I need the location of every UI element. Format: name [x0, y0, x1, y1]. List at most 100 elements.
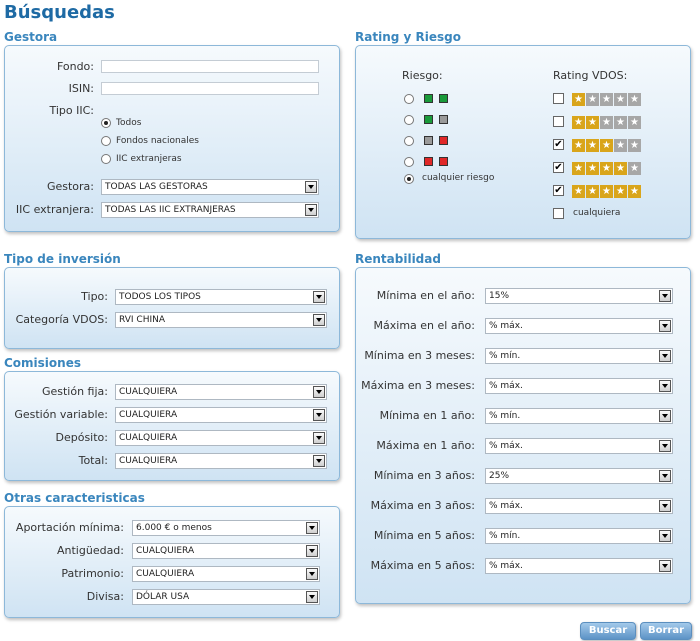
rentabilidad-9-select-value: % máx. — [489, 561, 523, 571]
otras-2-select-value: CUALQUIERA — [136, 569, 195, 579]
rentabilidad-7-label: Máxima en 3 años: — [370, 499, 475, 512]
tipo-select-value: TODOS LOS TIPOS — [119, 292, 201, 302]
categoria-label: Categoría VDOS: — [15, 313, 108, 326]
rentabilidad-1-label: Máxima en el año: — [373, 319, 475, 332]
star-icon: ★ — [628, 162, 641, 175]
star-icon: ★ — [614, 185, 627, 198]
otras-3-select[interactable]: DÓLAR USA — [132, 589, 320, 605]
risk-level-icon — [439, 94, 448, 103]
risk-level-icon — [439, 157, 448, 166]
chevron-down-icon — [659, 290, 671, 302]
rating-checkbox[interactable]: ✔ — [553, 162, 564, 173]
comision-0-select[interactable]: CUALQUIERA — [115, 384, 327, 400]
rentabilidad-2-select-value: % mín. — [489, 351, 521, 361]
chevron-down-icon — [306, 591, 318, 603]
star-icon: ★ — [572, 139, 585, 152]
rentabilidad-3-select-value: % máx. — [489, 381, 523, 391]
otras-1-select[interactable]: CUALQUIERA — [132, 543, 320, 559]
rating-checkbox[interactable] — [553, 116, 564, 127]
star-icon: ★ — [600, 185, 613, 198]
page-title: Búsquedas — [4, 2, 115, 23]
rentabilidad-5-label: Máxima en 1 año: — [376, 439, 475, 452]
rentabilidad-8-select[interactable]: % mín. — [485, 528, 673, 544]
comision-3-select[interactable]: CUALQUIERA — [115, 453, 327, 469]
rentabilidad-1-select[interactable]: % máx. — [485, 318, 673, 334]
chevron-down-icon — [659, 560, 671, 572]
tipo-iic-extranjeras-radio[interactable] — [101, 154, 111, 164]
borrar-button[interactable]: Borrar — [640, 622, 692, 640]
rentabilidad-5-select[interactable]: % máx. — [485, 438, 673, 454]
otras-0-label: Aportación mínima: — [15, 521, 124, 534]
risk-level-icon — [424, 94, 433, 103]
tipo-iic-extranjeras-label: IIC extranjeras — [116, 154, 182, 164]
tipo-inversion-section-title: Tipo de inversión — [4, 252, 121, 266]
rentabilidad-3-select[interactable]: % máx. — [485, 378, 673, 394]
rating-stars: ★ ★ ★ ★ ★ — [572, 162, 642, 175]
chevron-down-icon — [313, 455, 325, 467]
chevron-down-icon — [313, 432, 325, 444]
star-icon: ★ — [628, 93, 641, 106]
isin-input[interactable] — [101, 82, 319, 95]
star-icon: ★ — [600, 139, 613, 152]
comision-1-select[interactable]: CUALQUIERA — [115, 407, 327, 423]
comision-2-select[interactable]: CUALQUIERA — [115, 430, 327, 446]
rating-checkbox[interactable]: ✔ — [553, 185, 564, 196]
rentabilidad-6-select[interactable]: 25% — [485, 468, 673, 484]
otras-3-select-value: DÓLAR USA — [136, 592, 190, 602]
iic-extranjera-label: IIC extranjera: — [15, 203, 94, 216]
gestora-select[interactable]: TODAS LAS GESTORAS — [101, 179, 319, 195]
rating-stars: ★ ★ ★ ★ ★ — [572, 185, 642, 198]
star-icon: ★ — [586, 116, 599, 129]
rentabilidad-0-label: Mínima en el año: — [376, 289, 475, 302]
rentabilidad-2-select[interactable]: % mín. — [485, 348, 673, 364]
risk-level-icon — [424, 136, 433, 145]
rentabilidad-7-select[interactable]: % máx. — [485, 498, 673, 514]
rating-checkbox[interactable]: ✔ — [553, 139, 564, 150]
star-icon: ★ — [628, 139, 641, 152]
otras-0-select-value: 6.000 € o menos — [136, 523, 212, 533]
otras-2-select[interactable]: CUALQUIERA — [132, 566, 320, 582]
chevron-down-icon — [306, 568, 318, 580]
star-icon: ★ — [572, 185, 585, 198]
star-icon: ★ — [586, 162, 599, 175]
star-icon: ★ — [600, 116, 613, 129]
tipo-iic-nacionales-radio[interactable] — [101, 136, 111, 146]
tipo-inversion-panel — [4, 267, 340, 349]
chevron-down-icon — [659, 530, 671, 542]
buscar-button[interactable]: Buscar — [580, 622, 636, 640]
fondo-input[interactable] — [101, 60, 319, 73]
rating-any-checkbox[interactable] — [553, 208, 564, 219]
tipo-select[interactable]: TODOS LOS TIPOS — [115, 289, 327, 305]
riesgo-radio[interactable] — [404, 136, 414, 146]
riesgo-radio[interactable] — [404, 115, 414, 125]
comision-1-label: Gestión variable: — [14, 408, 108, 421]
otras-1-label: Antigüedad: — [57, 544, 124, 557]
rentabilidad-4-select[interactable]: % mín. — [485, 408, 673, 424]
tipo-iic-todos-label: Todos — [116, 118, 142, 128]
rentabilidad-0-select[interactable]: 15% — [485, 288, 673, 304]
otras-2-label: Patrimonio: — [61, 567, 124, 580]
rating-any-label: cualquiera — [573, 208, 621, 218]
gestora-section-title: Gestora — [4, 30, 58, 44]
rentabilidad-8-label: Mínima en 5 años: — [373, 529, 475, 542]
star-icon: ★ — [614, 93, 627, 106]
riesgo-radio[interactable] — [404, 94, 414, 104]
chevron-down-icon — [659, 470, 671, 482]
star-icon: ★ — [614, 116, 627, 129]
risk-level-icon — [424, 157, 433, 166]
risk-level-icon — [424, 115, 433, 124]
tipo-iic-todos-radio[interactable] — [101, 118, 111, 128]
categoria-select[interactable]: RVI CHINA — [115, 312, 327, 328]
riesgo-any-radio[interactable] — [404, 174, 414, 184]
rentabilidad-4-select-value: % mín. — [489, 411, 521, 421]
comision-1-select-value: CUALQUIERA — [119, 410, 178, 420]
chevron-down-icon — [313, 409, 325, 421]
rating-checkbox[interactable] — [553, 93, 564, 104]
otras-3-label: Divisa: — [86, 590, 124, 603]
rentabilidad-9-select[interactable]: % máx. — [485, 558, 673, 574]
chevron-down-icon — [659, 320, 671, 332]
otras-0-select[interactable]: 6.000 € o menos — [132, 520, 320, 536]
rentabilidad-2-label: Mínima en 3 meses: — [364, 349, 475, 362]
riesgo-radio[interactable] — [404, 157, 414, 167]
iic-extranjera-select[interactable]: TODAS LAS IIC EXTRANJERAS — [101, 202, 319, 218]
